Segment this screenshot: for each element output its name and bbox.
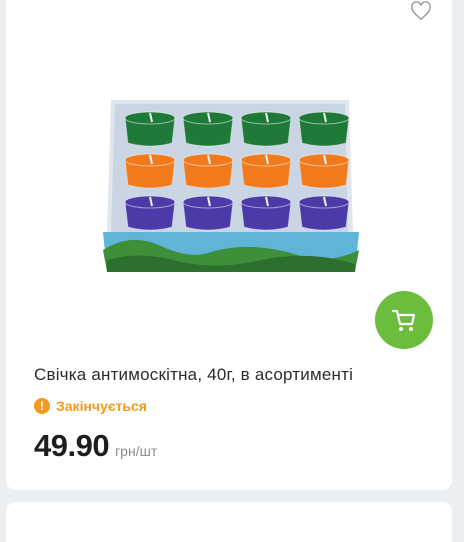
- shopping-cart-icon: [391, 309, 416, 331]
- product-card[interactable]: Свічка антимоскітна, 40г, в асортименті …: [6, 0, 452, 490]
- next-product-card[interactable]: [6, 502, 452, 542]
- product-title[interactable]: Свічка антимоскітна, 40г, в асортименті: [34, 365, 353, 385]
- stock-status-label: Закінчується: [56, 398, 147, 414]
- price-unit: грн/шт: [115, 443, 158, 459]
- heart-icon: [411, 1, 431, 21]
- stock-status: ! Закінчується: [34, 396, 147, 416]
- price-value: 49.90: [34, 428, 110, 463]
- add-to-cart-button[interactable]: [375, 291, 433, 349]
- product-image[interactable]: [101, 100, 363, 276]
- warning-icon: !: [34, 398, 50, 414]
- favorite-button[interactable]: [408, 0, 434, 22]
- price-block: 49.90 грн/шт: [34, 428, 157, 464]
